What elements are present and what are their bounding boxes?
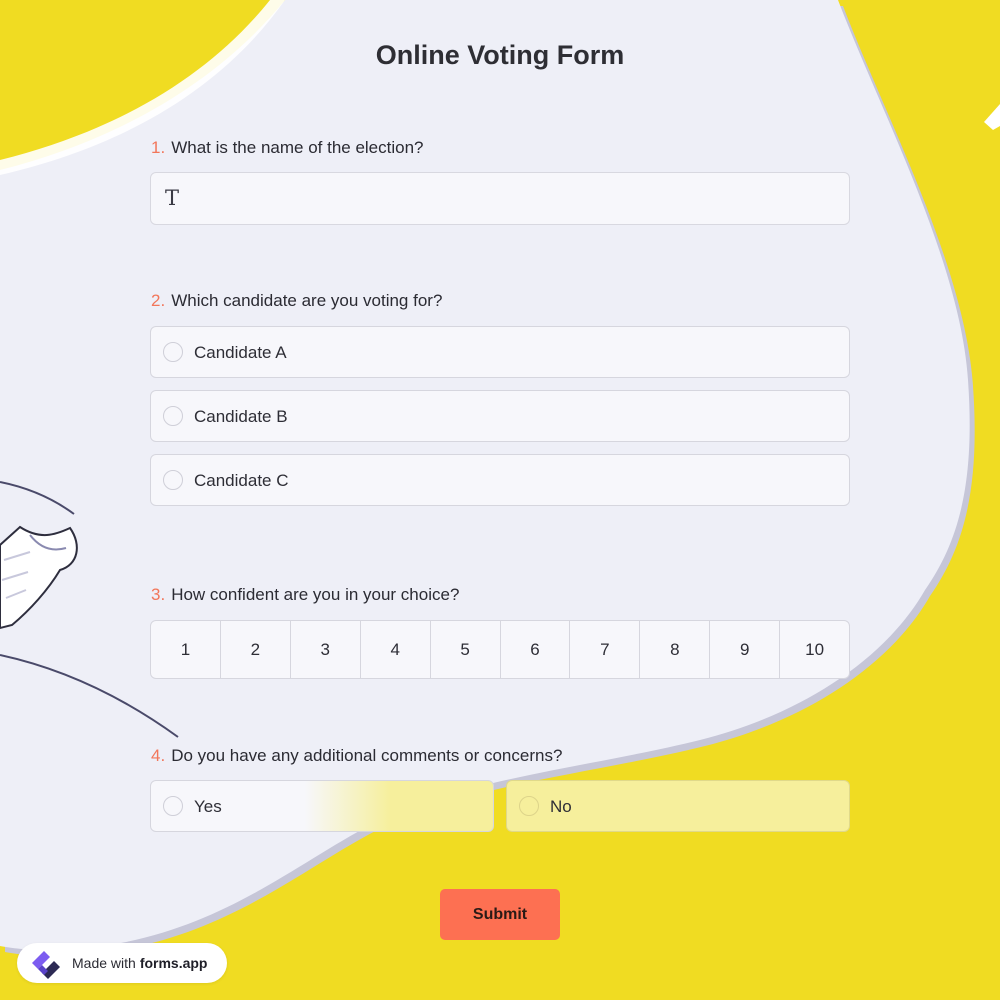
made-with-badge[interactable]: Made with forms.app bbox=[17, 943, 227, 983]
no-label: No bbox=[550, 797, 572, 816]
question-3-text: How confident are you in your choice? bbox=[171, 585, 460, 604]
no-option[interactable]: No bbox=[506, 780, 850, 832]
candidate-c-option[interactable]: Candidate C bbox=[150, 454, 850, 506]
question-2-text: Which candidate are you voting for? bbox=[171, 291, 443, 310]
scale-option-8[interactable]: 8 bbox=[640, 621, 711, 678]
brand-name: forms.app bbox=[139, 955, 208, 971]
yes-option[interactable]: Yes bbox=[150, 780, 494, 832]
candidate-b-label: Candidate B bbox=[194, 407, 288, 426]
question-1-label: 1. What is the name of the election? bbox=[151, 138, 424, 158]
question-2-number: 2. bbox=[151, 291, 166, 310]
form-title: Online Voting Form bbox=[375, 40, 625, 70]
yes-label: Yes bbox=[194, 797, 222, 816]
radio-circle-icon[interactable] bbox=[163, 470, 183, 490]
scale-option-4[interactable]: 4 bbox=[361, 621, 431, 678]
candidate-b-option[interactable]: Candidate B bbox=[150, 390, 850, 442]
question-3-label: 3. How confident are you in your choice? bbox=[151, 585, 459, 605]
scale-option-5[interactable]: 5 bbox=[431, 621, 501, 678]
radio-circle-icon[interactable] bbox=[163, 406, 183, 426]
scale-option-1[interactable]: 1 bbox=[151, 621, 221, 678]
text-type-icon: T bbox=[165, 186, 180, 210]
scale-option-10[interactable]: 10 bbox=[780, 621, 849, 678]
question-1-text: What is the name of the election? bbox=[171, 138, 424, 157]
scale-option-3[interactable]: 3 bbox=[291, 621, 361, 678]
candidate-c-label: Candidate C bbox=[194, 471, 289, 490]
forms-app-logo-icon bbox=[32, 951, 60, 979]
question-4-label: 4. Do you have any additional comments or… bbox=[151, 746, 562, 766]
question-1-number: 1. bbox=[151, 138, 166, 157]
question-4-number: 4. bbox=[151, 746, 166, 765]
form-container: Online Voting Form 1. What is the name of… bbox=[0, 0, 1000, 1000]
question-4-text: Do you have any additional comments or c… bbox=[171, 746, 563, 765]
radio-circle-icon[interactable] bbox=[519, 796, 539, 816]
made-with-text: Made with bbox=[72, 955, 136, 971]
candidate-a-option[interactable]: Candidate A bbox=[150, 326, 850, 378]
scale-option-9[interactable]: 9 bbox=[710, 621, 781, 678]
radio-circle-icon[interactable] bbox=[163, 796, 183, 816]
radio-circle-icon[interactable] bbox=[163, 342, 183, 362]
election-name-input[interactable]: T bbox=[150, 172, 850, 225]
submit-button[interactable]: Submit bbox=[440, 889, 560, 940]
question-3-number: 3. bbox=[151, 585, 166, 604]
scale-option-6[interactable]: 6 bbox=[501, 621, 571, 678]
confidence-scale: 1 2 3 4 5 6 7 8 9 10 bbox=[150, 620, 850, 679]
scale-option-2[interactable]: 2 bbox=[221, 621, 291, 678]
candidate-a-label: Candidate A bbox=[194, 343, 287, 362]
question-2-label: 2. Which candidate are you voting for? bbox=[151, 291, 442, 311]
scale-option-7[interactable]: 7 bbox=[570, 621, 641, 678]
